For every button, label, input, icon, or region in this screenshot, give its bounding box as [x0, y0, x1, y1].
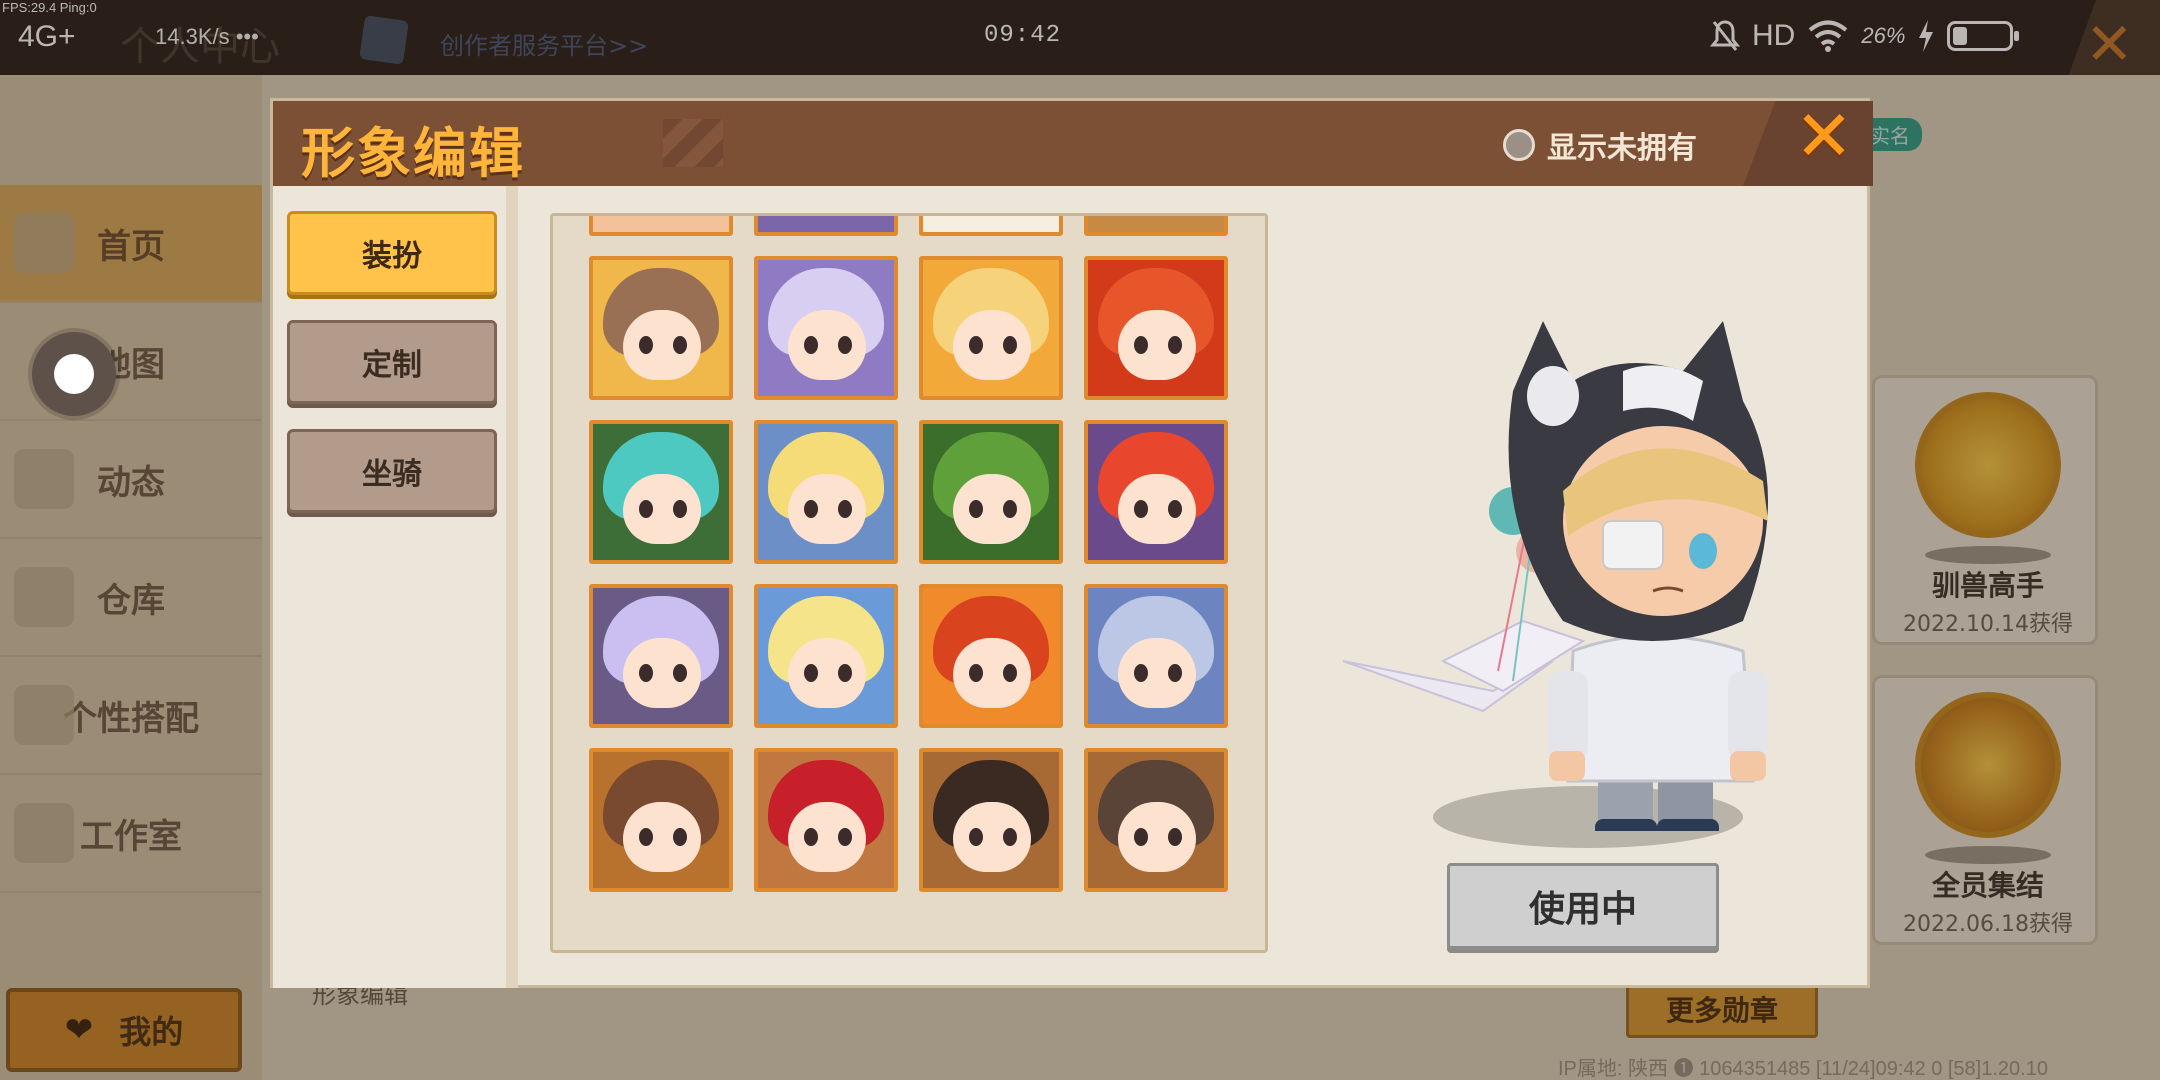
avatar-face	[623, 802, 701, 872]
avatar-eye	[838, 336, 852, 354]
tab-customize[interactable]: 定制	[287, 320, 497, 404]
avatar-eye	[673, 500, 687, 518]
avatar-eye	[1003, 336, 1017, 354]
avatar-face	[788, 474, 866, 544]
avatar-grid	[589, 213, 1228, 892]
avatar-tile[interactable]	[589, 213, 733, 236]
show-unowned-label: 显示未拥有	[1547, 131, 1697, 166]
avatar-eye	[639, 828, 653, 846]
avatar-face	[953, 213, 1031, 216]
close-x-icon[interactable]: ✕	[1791, 101, 1857, 171]
avatar-eye	[969, 500, 983, 518]
character-figure	[1342, 321, 1768, 831]
avatar-tile[interactable]	[919, 213, 1063, 236]
avatar-face	[788, 802, 866, 872]
avatar-tile[interactable]	[754, 584, 898, 728]
avatar-face	[1118, 213, 1196, 216]
avatar-tile[interactable]	[1084, 256, 1228, 400]
category-tabs: 装扮 定制 坐骑	[273, 186, 518, 988]
avatar-eye	[1168, 828, 1182, 846]
avatar-tile[interactable]	[1084, 748, 1228, 892]
avatar-tile[interactable]	[589, 584, 733, 728]
avatar-edit-dialog: 形象编辑 显示未拥有 ✕ 装扮 定制 坐骑 使用中	[270, 98, 1873, 988]
avatar-tile[interactable]	[754, 213, 898, 236]
avatar-face	[953, 310, 1031, 380]
in-use-button[interactable]: 使用中	[1447, 863, 1719, 949]
avatar-eye	[1003, 500, 1017, 518]
avatar-face	[623, 474, 701, 544]
show-unowned-radio[interactable]	[1503, 129, 1535, 161]
avatar-face	[1118, 474, 1196, 544]
avatar-face	[788, 310, 866, 380]
avatar-eye	[673, 828, 687, 846]
avatar-eye	[804, 828, 818, 846]
avatar-face	[1118, 310, 1196, 380]
avatar-tile[interactable]	[919, 748, 1063, 892]
avatar-face	[623, 638, 701, 708]
avatar-face	[623, 213, 701, 216]
avatar-face	[788, 213, 866, 216]
avatar-eye	[1168, 664, 1182, 682]
avatar-tile[interactable]	[754, 748, 898, 892]
tab-dress-up[interactable]: 装扮	[287, 211, 497, 295]
dialog-title: 形象编辑	[301, 122, 525, 185]
avatar-tile[interactable]	[919, 584, 1063, 728]
avatar-eye	[639, 336, 653, 354]
avatar-tile[interactable]	[589, 420, 733, 564]
avatar-tile[interactable]	[1084, 584, 1228, 728]
avatar-grid-scroll[interactable]	[550, 213, 1268, 953]
avatar-eye	[969, 828, 983, 846]
avatar-tile[interactable]	[919, 420, 1063, 564]
avatar-tile[interactable]	[754, 420, 898, 564]
avatar-eye	[673, 664, 687, 682]
avatar-eye	[804, 336, 818, 354]
avatar-eye	[838, 500, 852, 518]
avatar-eye	[1003, 664, 1017, 682]
avatar-face	[788, 638, 866, 708]
avatar-tile[interactable]	[589, 256, 733, 400]
character-preview[interactable]	[1323, 191, 1853, 951]
avatar-eye	[804, 664, 818, 682]
floating-assist-ball[interactable]	[32, 332, 116, 416]
avatar-eye	[1134, 336, 1148, 354]
avatar-face	[953, 638, 1031, 708]
avatar-eye	[1134, 828, 1148, 846]
avatar-eye	[804, 500, 818, 518]
show-unowned-toggle[interactable]: 显示未拥有	[1503, 123, 1697, 167]
avatar-eye	[639, 500, 653, 518]
avatar-eye	[1003, 828, 1017, 846]
avatar-eye	[1134, 664, 1148, 682]
tab-mount[interactable]: 坐骑	[287, 429, 497, 513]
avatar-eye	[969, 336, 983, 354]
avatar-face	[1118, 802, 1196, 872]
avatar-face	[623, 310, 701, 380]
avatar-eye	[1168, 500, 1182, 518]
avatar-tile[interactable]	[919, 256, 1063, 400]
avatar-tile[interactable]	[589, 748, 733, 892]
avatar-eye	[969, 664, 983, 682]
avatar-tile[interactable]	[754, 256, 898, 400]
avatar-eye	[1134, 500, 1148, 518]
header-stripe-decoration	[663, 119, 723, 167]
avatar-tile[interactable]	[1084, 420, 1228, 564]
avatar-eye	[1168, 336, 1182, 354]
avatar-face	[953, 474, 1031, 544]
avatar-face	[953, 802, 1031, 872]
avatar-eye	[673, 336, 687, 354]
dialog-header: 形象编辑 显示未拥有 ✕	[273, 101, 1873, 186]
avatar-eye	[639, 664, 653, 682]
avatar-eye	[838, 664, 852, 682]
avatar-eye	[838, 828, 852, 846]
avatar-face	[1118, 638, 1196, 708]
avatar-tile[interactable]	[1084, 213, 1228, 236]
